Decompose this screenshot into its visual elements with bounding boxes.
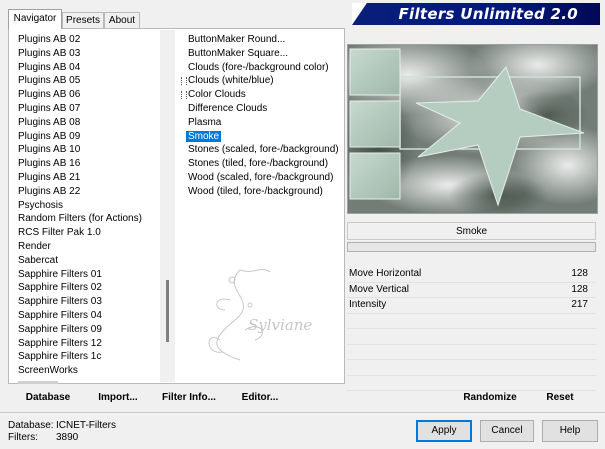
filter-item-label: Wood (scaled, fore-/background) [188,171,334,183]
title-banner: Filters Unlimited 2.0 [352,3,600,25]
signature-watermark: Sylviane [208,268,312,361]
cancel-button[interactable]: Cancel [480,420,534,442]
help-button[interactable]: Help [542,420,598,442]
filter-list[interactable]: ButtonMaker Round... ButtonMaker Square..… [181,33,348,199]
filters-count: 3890 [56,432,79,443]
category-item[interactable]: Sapphire Filters 09 [18,323,158,337]
divider [0,412,605,413]
control-slider[interactable] [347,242,596,252]
filter-item[interactable]: Stones (tiled, fore-/background) [188,157,348,171]
category-item[interactable]: Plugins AB 09 [18,130,158,144]
category-item[interactable]: Sapphire Filters 04 [18,309,158,323]
filter-item[interactable]: Color Clouds [181,88,348,102]
filter-info-button[interactable]: Filter Info... [160,388,218,408]
parameter-value: 128 [571,268,588,279]
app-title: Filters Unlimited 2.0 [398,5,578,23]
randomize-button[interactable]: Randomize [460,388,520,408]
filter-preview [347,44,598,214]
parameter-row[interactable]: Move Vertical 128 [347,283,596,298]
tab-presets[interactable]: Presets [62,12,104,28]
category-item[interactable]: Plugins AB 22 [18,185,158,199]
parameter-row-empty [347,345,596,360]
parameter-label: Move Horizontal [349,268,422,279]
filter-item-label: Plasma [188,116,222,128]
category-scrollbar[interactable] [160,30,175,382]
parameter-value: 217 [571,299,588,310]
filter-item[interactable]: Difference Clouds [188,102,348,116]
list-overflow-hint [18,381,58,384]
filter-item-label: Stones (tiled, fore-/background) [188,158,329,170]
category-item[interactable]: Plugins AB 16 [18,157,158,171]
category-item[interactable]: Random Filters (for Actions) [18,212,158,226]
category-item[interactable]: Psychosis [18,199,158,213]
category-item[interactable]: Plugins AB 07 [18,102,158,116]
filters-label: Filters: [8,432,38,443]
category-item[interactable]: Plugins AB 02 [18,33,158,47]
filter-item[interactable]: Stones (scaled, fore-/background) [188,143,348,157]
database-button[interactable]: Database [20,388,76,408]
filter-item[interactable]: ButtonMaker Square... [188,47,348,61]
parameter-row[interactable]: Intensity 217 [347,298,596,314]
category-item[interactable]: Plugins AB 10 [18,143,158,157]
filter-item-label: Difference Clouds [188,102,268,114]
category-item[interactable]: Plugins AB 08 [18,116,158,130]
category-item[interactable]: Plugins AB 04 [18,61,158,75]
tab-about[interactable]: About [104,12,140,28]
filter-item[interactable]: Wood (tiled, fore-/background) [188,185,348,199]
filter-item[interactable]: Smoke [186,130,348,144]
filter-item-label: Clouds (white/blue) [188,75,274,87]
parameter-list: Move Horizontal 128 Move Vertical 128 Intens… [347,267,596,391]
category-item[interactable]: Sapphire Filters 03 [18,295,158,309]
parameter-label: Move Vertical [349,283,410,295]
editor-button[interactable]: Editor... [240,388,280,408]
filter-item-label: ButtonMaker Square... [188,47,289,59]
category-item[interactable]: Sapphire Filters 1c [18,350,158,364]
filter-item-label: Stones (scaled, fore-/background) [188,144,339,156]
reset-button[interactable]: Reset [540,388,580,408]
watermark-text: Sylviane [248,316,312,334]
parameter-row-empty [347,314,596,329]
category-item[interactable]: Plugins AB 05 [18,74,158,88]
parameter-row-empty [347,360,596,376]
filter-item-label: Wood (tiled, fore-/background) [188,185,323,197]
parameter-value: 128 [571,283,588,295]
category-item[interactable]: Sapphire Filters 01 [18,268,158,282]
parameter-row[interactable]: Move Horizontal 128 [347,267,596,283]
tab-navigator[interactable]: Navigator [8,9,62,29]
import-button[interactable]: Import... [96,388,140,408]
category-item[interactable]: Plugins AB 21 [18,171,158,185]
filter-item[interactable]: Clouds (fore-/background color) [188,61,348,75]
filter-item-label: ButtonMaker Round... [188,34,286,45]
database-label: Database: [8,420,54,431]
category-item[interactable]: RCS Filter Pak 1.0 [18,226,158,240]
filter-item-label: Clouds (fore-/background color) [188,61,329,73]
filter-item[interactable]: Wood (scaled, fore-/background) [188,171,348,185]
filter-item[interactable]: Clouds (white/blue) [181,74,348,88]
category-list[interactable]: Plugins AB 02 Plugins AB 03 Plugins AB 04 P… [18,33,158,378]
parameter-row-empty [347,329,596,345]
category-item[interactable]: Render [18,240,158,254]
filter-name-display: Smoke [347,222,596,240]
category-item[interactable]: Sapphire Filters 02 [18,281,158,295]
category-item[interactable]: ScreenWorks [18,364,158,378]
filter-item[interactable]: Plasma [188,116,348,130]
apply-button[interactable]: Apply [416,420,472,442]
filter-item-label: Color Clouds [188,89,246,101]
category-item[interactable]: Plugins AB 03 [18,47,158,61]
category-item[interactable]: Sabercat [18,254,158,268]
parameter-label: Intensity [349,299,387,310]
filter-item-label: Smoke [186,130,222,142]
filter-item[interactable]: ButtonMaker Round... [188,33,348,47]
database-value: ICNET-Filters [56,420,116,431]
category-item[interactable]: Plugins AB 06 [18,88,158,102]
scrollbar-thumb[interactable] [166,280,169,342]
category-item[interactable]: Sapphire Filters 12 [18,337,158,351]
